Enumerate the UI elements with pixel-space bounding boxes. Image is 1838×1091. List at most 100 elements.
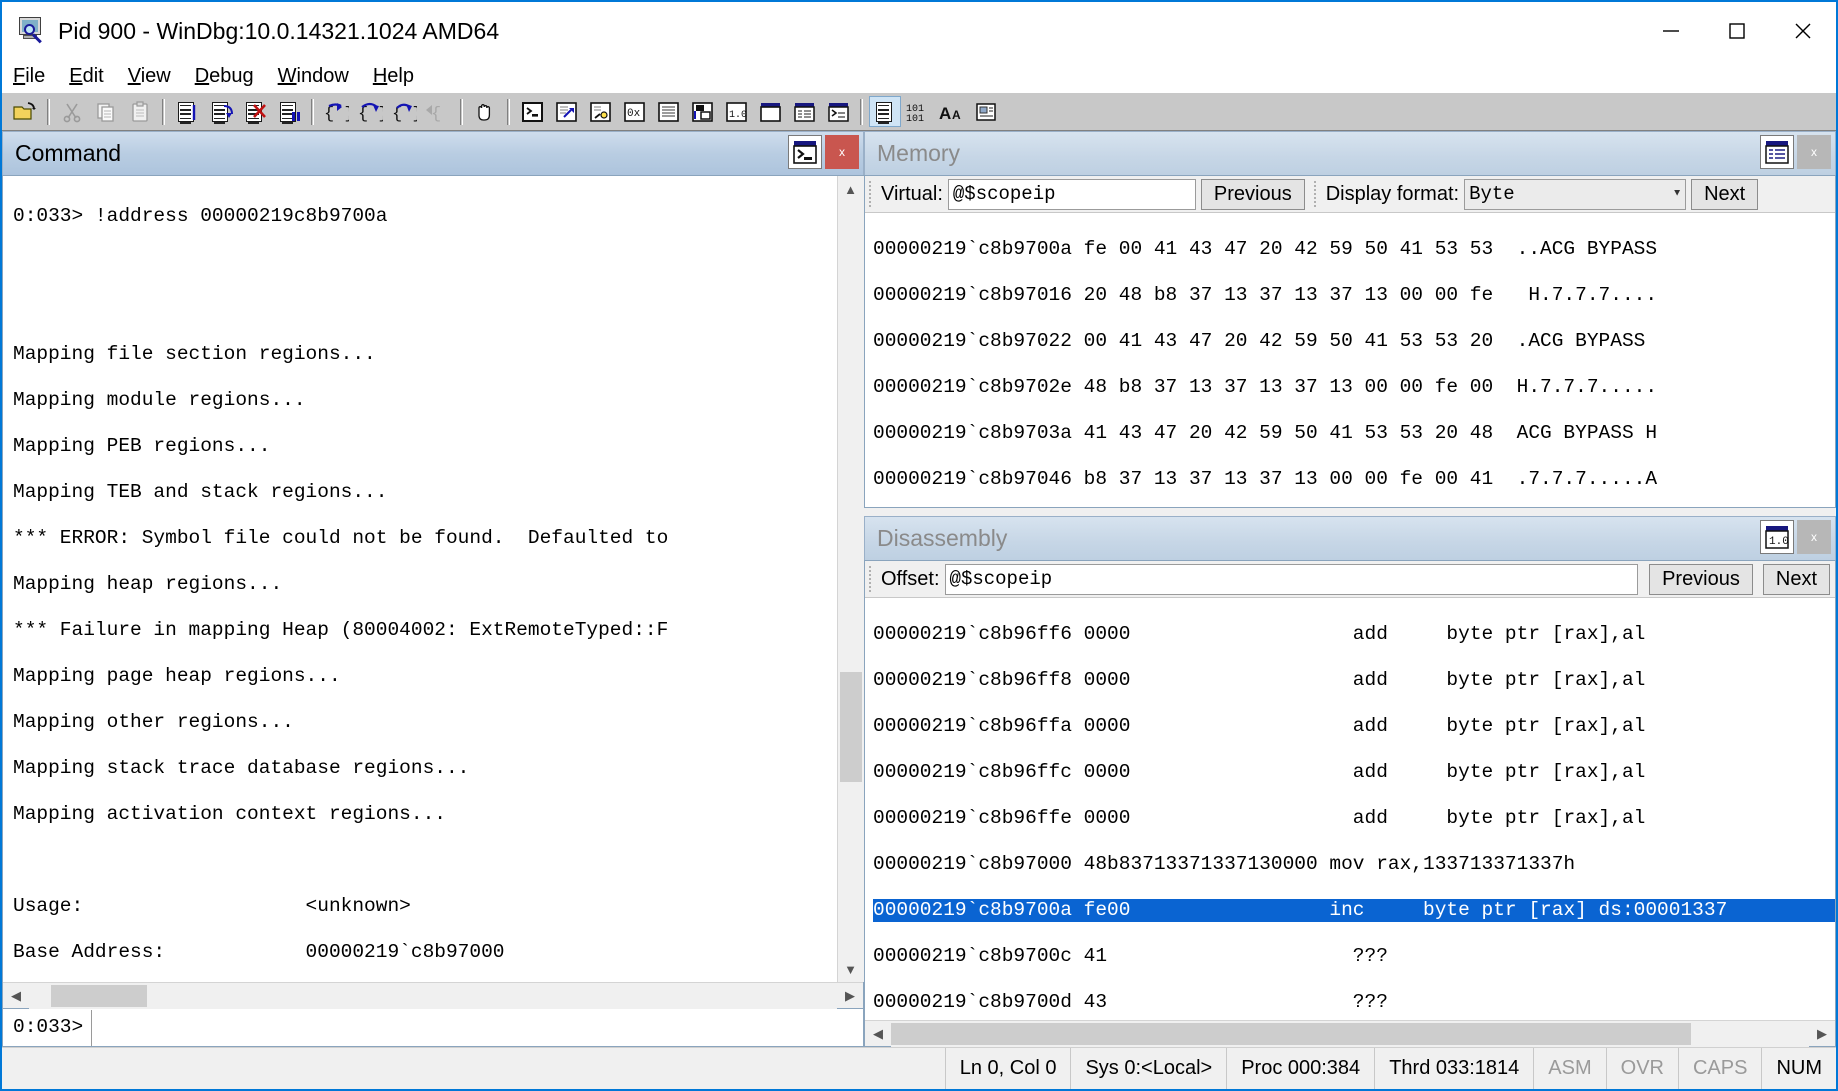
memory-previous-button[interactable]: Previous <box>1200 178 1305 210</box>
menu-help[interactable]: Help <box>373 65 414 88</box>
cmd-line: Mapping PEB regions... <box>13 435 271 457</box>
menu-window[interactable]: Window <box>278 65 349 88</box>
menu-debug[interactable]: Debug <box>195 65 254 88</box>
memory-row-bytes: 48 b8 37 13 37 13 37 13 00 00 fe 00 <box>1083 376 1494 398</box>
disassembly-row[interactable]: 00000219`c8b96ffe 0000 add byte ptr [rax… <box>873 807 1835 830</box>
disassembly-horizontal-scrollbar[interactable]: ◀ ▶ <box>865 1020 1835 1047</box>
disassembly-row-current[interactable]: 00000219`c8b9700a fe00 inc byte ptr [rax… <box>873 899 1835 923</box>
copy-icon[interactable] <box>90 96 122 127</box>
memory-virtual-input[interactable]: @$scopeip <box>947 178 1196 210</box>
scroll-up-icon[interactable]: ▲ <box>837 176 864 202</box>
memory-row: 00000219`c8b9700a fe 00 41 43 47 20 42 5… <box>873 238 1657 260</box>
open-folder-icon[interactable] <box>9 96 41 127</box>
disassembly-offset-input[interactable]: @$scopeip <box>944 563 1639 595</box>
memory-display-format-label: Display format: <box>1325 182 1460 205</box>
menu-view[interactable]: View <box>128 65 171 88</box>
scroll-left-icon[interactable]: ◀ <box>3 983 29 1009</box>
disassembly-pane-close-button[interactable]: x <box>1797 520 1831 555</box>
disassembly-row[interactable]: 00000219`c8b96ff8 0000 add byte ptr [rax… <box>873 669 1835 692</box>
scratch-pad-icon[interactable] <box>754 96 786 127</box>
cmd-line: Mapping file section regions... <box>13 343 376 365</box>
disassembly-row[interactable]: 00000219`c8b9700d 43 ??? <box>873 991 1835 1014</box>
command-hscroll-track[interactable] <box>29 982 837 1009</box>
minimize-button[interactable] <box>1638 2 1704 60</box>
disassembly-row[interactable]: 00000219`c8b96ffa 0000 add byte ptr [rax… <box>873 715 1835 738</box>
command-horizontal-scrollbar[interactable]: ◀ ▶ <box>3 982 863 1009</box>
memory-rows[interactable]: 00000219`c8b9700a fe 00 41 43 47 20 42 5… <box>865 213 1835 508</box>
command-vscroll-thumb[interactable] <box>839 672 862 782</box>
source-mode-icon[interactable] <box>869 96 901 127</box>
memory-row-address: 00000219`c8b9702e <box>873 376 1072 398</box>
disassembly-pane: Disassembly 1.0 x Offset: @$scopeip Prev… <box>864 516 1836 1047</box>
step-over-icon[interactable]: { } <box>354 96 386 127</box>
stop-debugging-icon[interactable] <box>239 96 271 127</box>
disasm-mnemonic: ??? <box>1352 945 1388 968</box>
registers-window-icon[interactable]: 0x <box>618 96 650 127</box>
close-button[interactable] <box>1770 2 1836 60</box>
disassembly-hscroll-track[interactable] <box>891 1020 1809 1047</box>
disassembly-window-icon[interactable]: 1.0 <box>720 96 752 127</box>
disasm-address: 00000219`c8b96ffa <box>873 715 1072 738</box>
command-prompt-icon[interactable] <box>788 135 822 169</box>
locals-window-icon[interactable] <box>584 96 616 127</box>
status-num: NUM <box>1761 1048 1836 1089</box>
disassembly-row[interactable]: 00000219`c8b96ffc 0000 add byte ptr [rax… <box>873 761 1835 784</box>
disassembly-row[interactable]: 00000219`c8b97000 48b83713371337130000 m… <box>873 853 1835 876</box>
hand-icon[interactable] <box>469 96 501 127</box>
command-output-text[interactable]: 0:033> !address 00000219c8b9700a Mapping… <box>3 176 837 982</box>
chevron-down-icon[interactable]: ▼ <box>1674 189 1680 200</box>
disassembly-row[interactable]: 00000219`c8b96ff6 0000 add byte ptr [rax… <box>873 623 1835 646</box>
command-vertical-scrollbar[interactable]: ▲ ▼ <box>837 176 864 982</box>
maximize-button[interactable] <box>1704 2 1770 60</box>
scroll-right-icon[interactable]: ▶ <box>1809 1021 1835 1047</box>
status-system: Sys 0:<Local> <box>1070 1048 1226 1089</box>
scroll-left-icon[interactable]: ◀ <box>865 1021 891 1047</box>
command-input[interactable] <box>91 1009 863 1046</box>
command-window-icon[interactable] <box>516 96 548 127</box>
cmd-line: Mapping activation context regions... <box>13 803 446 825</box>
memory-grid-icon[interactable] <box>1760 135 1794 169</box>
memory-pane-close-button[interactable]: x <box>1797 135 1831 169</box>
memory-next-button[interactable]: Next <box>1691 178 1759 210</box>
svg-text:{ }: { } <box>358 105 383 123</box>
menu-edit[interactable]: Edit <box>69 65 103 88</box>
memory-display-format-select[interactable]: Byte ▼ <box>1464 178 1687 210</box>
step-out-icon[interactable]: { } <box>388 96 420 127</box>
command-pane-close-button[interactable]: x <box>825 135 859 169</box>
memory-pane-title: Memory <box>877 140 961 166</box>
scroll-down-icon[interactable]: ▼ <box>837 956 864 982</box>
scroll-right-icon[interactable]: ▶ <box>837 983 863 1009</box>
options-icon[interactable] <box>971 96 1003 127</box>
break-icon[interactable] <box>273 96 305 127</box>
run-to-cursor-icon[interactable]: { } <box>422 96 454 127</box>
cmd-line: Mapping TEB and stack regions... <box>13 481 388 503</box>
disasm-mnemonic: add <box>1352 669 1388 692</box>
disasm-mnemonic: ??? <box>1352 991 1388 1014</box>
disassembly-previous-button[interactable]: Previous <box>1649 563 1753 595</box>
disassembly-pane-titlebar[interactable]: Disassembly 1.0 x <box>864 516 1836 561</box>
cut-icon[interactable] <box>56 96 88 127</box>
memory-window-icon[interactable] <box>652 96 684 127</box>
memory-row-address: 00000219`c8b9703a <box>873 422 1072 444</box>
disasm-1-0-icon[interactable]: 1.0 <box>1760 520 1794 555</box>
go-icon[interactable] <box>171 96 203 127</box>
watch-window-icon[interactable] <box>550 96 582 127</box>
menu-file[interactable]: File <box>13 65 45 88</box>
svg-text:A: A <box>952 108 961 122</box>
font-icon[interactable]: A A <box>937 96 969 127</box>
restart-icon[interactable] <box>205 96 237 127</box>
command-hscroll-thumb[interactable] <box>51 984 147 1007</box>
call-stack-window-icon[interactable] <box>686 96 718 127</box>
command-pane-titlebar[interactable]: Command x <box>2 131 864 175</box>
memory-pane-titlebar[interactable]: Memory x <box>864 131 1836 175</box>
disassembly-next-button[interactable]: Next <box>1762 563 1830 595</box>
step-into-icon[interactable]: { } <box>320 96 352 127</box>
disassembly-row[interactable]: 00000219`c8b9700c 41 ??? <box>873 945 1835 968</box>
command-browser-icon[interactable] <box>822 96 854 127</box>
numeric-101-icon[interactable]: 101 101 <box>903 96 935 127</box>
paste-icon[interactable] <box>124 96 156 127</box>
command-vscroll-track[interactable] <box>837 202 864 956</box>
disassembly-hscroll-thumb[interactable] <box>891 1022 1691 1045</box>
disassembly-rows[interactable]: 00000219`c8b96ff6 0000 add byte ptr [rax… <box>865 598 1835 1020</box>
processes-threads-icon[interactable] <box>788 96 820 127</box>
